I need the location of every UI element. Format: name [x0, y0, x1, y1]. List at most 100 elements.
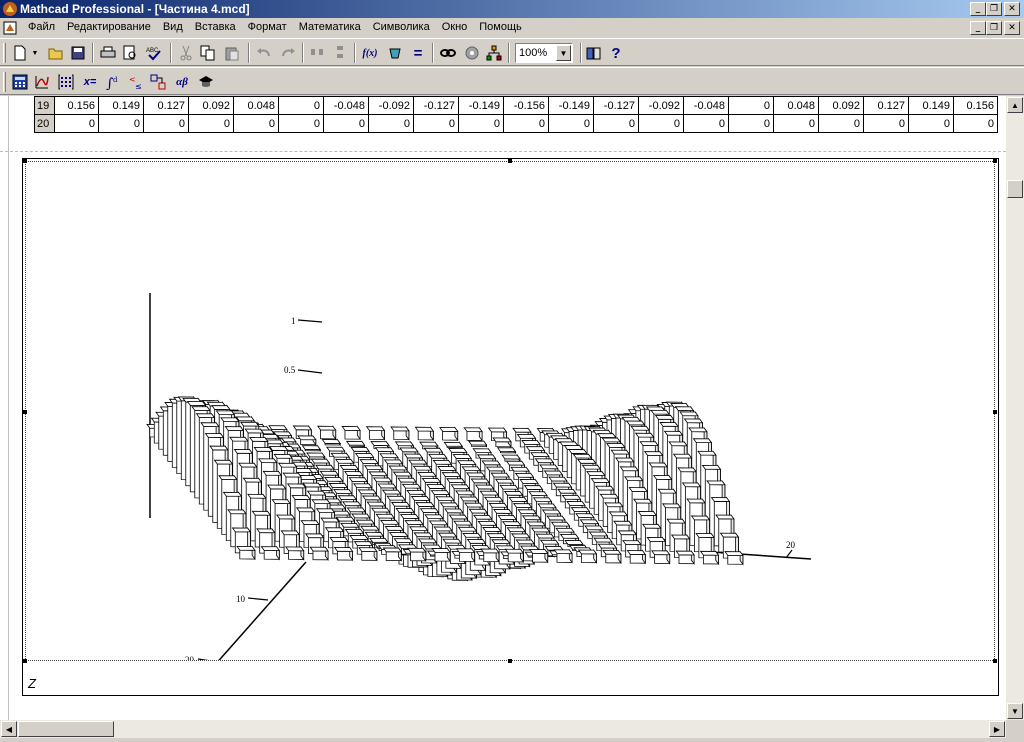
matrix-cell[interactable]: 0 — [278, 114, 324, 133]
matrix-cell[interactable]: -0.092 — [638, 96, 684, 115]
menu-item[interactable]: Помощь — [473, 21, 528, 33]
scroll-right-arrow-icon[interactable]: ▶ — [989, 721, 1005, 737]
insert-function-button[interactable]: f(x) — [360, 43, 380, 63]
matrix-cell[interactable]: -0.149 — [458, 96, 504, 115]
doc-close-button[interactable]: ✕ — [1004, 21, 1020, 35]
new-document-icon[interactable] — [10, 43, 30, 63]
matrix-cell[interactable]: 0.092 — [188, 96, 234, 115]
document-icon[interactable] — [3, 21, 17, 35]
matrix-cell[interactable]: 0 — [233, 114, 279, 133]
evaluation-palette-button[interactable]: x= — [80, 72, 100, 92]
greek-palette-button[interactable]: αβ — [172, 72, 192, 92]
doc-restore-button[interactable]: ❐ — [986, 21, 1002, 35]
horizontal-scrollbar[interactable]: ◀ ▶ — [0, 720, 1006, 738]
run-math-connex-icon[interactable] — [484, 43, 504, 63]
matrix-cell[interactable]: 0 — [503, 114, 549, 133]
matrix-cell[interactable]: 0 — [188, 114, 234, 133]
doc-minimize-button[interactable]: _ — [970, 21, 986, 35]
calculate-button[interactable]: = — [408, 43, 428, 63]
matrix-cell[interactable]: -0.048 — [323, 96, 369, 115]
print-icon[interactable] — [98, 43, 118, 63]
matrix-cell[interactable]: 0.156 — [953, 96, 998, 115]
new-dropdown-icon[interactable]: ▼ — [30, 43, 40, 63]
menu-item[interactable]: Вид — [157, 21, 189, 33]
menu-item[interactable]: Математика — [293, 21, 367, 33]
open-folder-icon[interactable] — [46, 43, 66, 63]
menu-item[interactable]: Формат — [242, 21, 293, 33]
menu-item[interactable]: Редактирование — [61, 21, 157, 33]
matrix-cell[interactable]: -0.127 — [413, 96, 459, 115]
symbolic-palette-icon[interactable] — [196, 72, 216, 92]
matrix-table[interactable]: 19 0.156 0.149 0.127 0.092 0.048 0 -0.048 -0.092… — [34, 96, 998, 133]
matrix-cell[interactable]: 0 — [908, 114, 954, 133]
help-icon[interactable]: ? — [606, 43, 626, 63]
matrix-cell[interactable]: 0 — [413, 114, 459, 133]
calculator-palette-icon[interactable] — [10, 72, 30, 92]
paste-icon[interactable] — [222, 43, 242, 63]
matrix-cell[interactable]: 0.048 — [773, 96, 819, 115]
resource-center-icon[interactable] — [584, 43, 604, 63]
matrix-cell[interactable]: 0 — [323, 114, 369, 133]
align-across-icon[interactable] — [308, 43, 328, 63]
scroll-up-arrow-icon[interactable]: ▲ — [1007, 97, 1023, 113]
toolbar-grip[interactable] — [3, 43, 6, 63]
matrix-cell[interactable]: 0.127 — [143, 96, 189, 115]
matrix-cell[interactable]: 0.127 — [863, 96, 909, 115]
menu-item[interactable]: Окно — [436, 21, 474, 33]
matrix-cell[interactable]: 0.156 — [54, 96, 99, 115]
toolbar-grip[interactable] — [3, 72, 6, 92]
matrix-cell[interactable]: 0 — [773, 114, 819, 133]
vertical-scrollbar[interactable]: ▲ ▼ — [1006, 96, 1024, 720]
menu-item[interactable]: Файл — [22, 21, 61, 33]
matrix-palette-icon[interactable] — [56, 72, 76, 92]
redo-icon[interactable] — [278, 43, 298, 63]
restore-button[interactable]: ❐ — [986, 2, 1002, 16]
copy-icon[interactable] — [198, 43, 218, 63]
matrix-cell[interactable]: 0 — [98, 114, 144, 133]
zoom-select[interactable]: 100% ▼ — [515, 43, 573, 63]
undo-icon[interactable] — [254, 43, 274, 63]
matrix-cell[interactable]: 0.092 — [818, 96, 864, 115]
boolean-palette-icon[interactable]: < ≤ — [126, 72, 146, 92]
matrix-cell[interactable]: 0 — [458, 114, 504, 133]
matrix-cell[interactable]: 0 — [818, 114, 864, 133]
save-disk-icon[interactable] — [68, 43, 88, 63]
matrix-cell[interactable]: 0 — [728, 114, 774, 133]
cut-icon[interactable] — [176, 43, 196, 63]
matrix-cell[interactable]: 0 — [143, 114, 189, 133]
insert-unit-icon[interactable] — [386, 43, 406, 63]
matrix-cell[interactable]: 0 — [638, 114, 684, 133]
scroll-left-arrow-icon[interactable]: ◀ — [1, 721, 17, 737]
matrix-cell[interactable]: 0 — [683, 114, 729, 133]
scroll-down-arrow-icon[interactable]: ▼ — [1007, 703, 1023, 719]
component-wizard-icon[interactable] — [462, 43, 482, 63]
matrix-cell[interactable]: 0 — [368, 114, 414, 133]
matrix-cell[interactable]: 0.149 — [908, 96, 954, 115]
insert-hyperlink-icon[interactable] — [438, 43, 458, 63]
print-preview-icon[interactable] — [120, 43, 140, 63]
spell-check-icon[interactable]: ABC — [144, 43, 164, 63]
matrix-cell[interactable]: 0 — [593, 114, 639, 133]
matrix-cell[interactable]: 0 — [953, 114, 998, 133]
matrix-cell[interactable]: 0 — [278, 96, 324, 115]
align-down-icon[interactable] — [330, 43, 350, 63]
matrix-cell[interactable]: 0 — [863, 114, 909, 133]
matrix-cell[interactable]: -0.048 — [683, 96, 729, 115]
calculus-palette-icon[interactable]: ∫ d — [104, 72, 124, 92]
programming-palette-icon[interactable] — [148, 72, 168, 92]
matrix-cell[interactable]: 0 — [54, 114, 99, 133]
close-button[interactable]: ✕ — [1004, 2, 1020, 16]
matrix-cell[interactable]: -0.156 — [503, 96, 549, 115]
worksheet[interactable]: 19 0.156 0.149 0.127 0.092 0.048 0 -0.048 -0.092… — [0, 96, 1006, 720]
matrix-cell[interactable]: 0.048 — [233, 96, 279, 115]
matrix-cell[interactable]: 0.149 — [98, 96, 144, 115]
menu-item[interactable]: Символика — [367, 21, 436, 33]
matrix-cell[interactable]: -0.149 — [548, 96, 594, 115]
zoom-dropdown-arrow-icon[interactable]: ▼ — [556, 45, 571, 61]
menu-item[interactable]: Вставка — [189, 21, 242, 33]
matrix-cell[interactable]: -0.127 — [593, 96, 639, 115]
graph-palette-icon[interactable] — [32, 72, 52, 92]
horizontal-scroll-thumb[interactable] — [18, 721, 114, 737]
matrix-cell[interactable]: -0.092 — [368, 96, 414, 115]
matrix-cell[interactable]: 0 — [728, 96, 774, 115]
